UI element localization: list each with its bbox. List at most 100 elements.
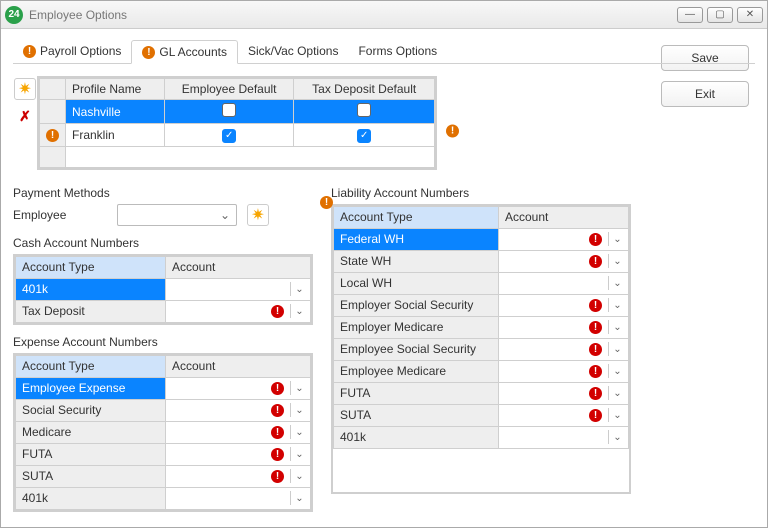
chevron-down-icon[interactable]: ⌄ <box>290 381 304 395</box>
profile-name-cell[interactable]: Franklin <box>66 124 165 147</box>
account-type-cell[interactable]: Local WH <box>334 272 499 294</box>
table-row[interactable]: Nashville <box>40 100 435 124</box>
account-type-cell[interactable]: Medicare <box>16 421 166 443</box>
table-row[interactable]: Local WH ⌄ <box>334 272 629 294</box>
chevron-down-icon[interactable]: ⌄ <box>608 364 622 378</box>
col-account[interactable]: Account <box>499 206 629 228</box>
account-type-cell[interactable]: Employee Medicare <box>334 360 499 382</box>
account-type-cell[interactable]: Employer Medicare <box>334 316 499 338</box>
table-row[interactable]: 401k ⌄ <box>16 278 311 300</box>
table-row[interactable]: SUTA!⌄ <box>16 465 311 487</box>
col-profile-name[interactable]: Profile Name <box>66 79 165 100</box>
account-type-cell[interactable]: State WH <box>334 250 499 272</box>
account-cell[interactable]: ⌄ <box>166 487 311 509</box>
maximize-button[interactable]: ▢ <box>707 7 733 23</box>
account-cell[interactable]: !⌄ <box>166 465 311 487</box>
account-type-cell[interactable]: 401k <box>16 487 166 509</box>
table-row[interactable]: 401k ⌄ <box>16 487 311 509</box>
col-tax-default[interactable]: Tax Deposit Default <box>294 79 435 100</box>
account-type-cell[interactable]: 401k <box>334 426 499 448</box>
tab-payroll-options[interactable]: ! Payroll Options <box>13 39 131 63</box>
chevron-down-icon[interactable]: ⌄ <box>608 430 622 444</box>
profile-name-cell[interactable]: Nashville <box>66 100 165 124</box>
chevron-down-icon[interactable]: ⌄ <box>608 254 622 268</box>
account-type-cell[interactable]: Employee Social Security <box>334 338 499 360</box>
tab-sickvac-options[interactable]: Sick/Vac Options <box>238 39 348 63</box>
account-cell[interactable]: !⌄ <box>166 443 311 465</box>
account-cell[interactable]: ⌄ <box>166 278 311 300</box>
account-type-cell[interactable]: FUTA <box>16 443 166 465</box>
account-type-cell[interactable]: 401k <box>16 278 166 300</box>
employee-default-cell[interactable] <box>164 100 293 124</box>
chevron-down-icon[interactable]: ⌄ <box>290 425 304 439</box>
chevron-down-icon[interactable]: ⌄ <box>290 469 304 483</box>
table-row[interactable]: Employee Medicare!⌄ <box>334 360 629 382</box>
delete-profile-button[interactable]: ✗ <box>17 108 33 124</box>
chevron-down-icon[interactable]: ⌄ <box>608 320 622 334</box>
table-row[interactable]: SUTA!⌄ <box>334 404 629 426</box>
tax-default-cell[interactable]: ✓ <box>294 124 435 147</box>
account-type-cell[interactable]: SUTA <box>16 465 166 487</box>
col-account-type[interactable]: Account Type <box>16 256 166 278</box>
tab-gl-accounts[interactable]: ! GL Accounts <box>131 40 238 64</box>
account-cell[interactable]: !⌄ <box>499 338 629 360</box>
account-type-cell[interactable]: Employer Social Security <box>334 294 499 316</box>
table-row[interactable]: Tax Deposit!⌄ <box>16 300 311 322</box>
tab-forms-options[interactable]: Forms Options <box>348 39 447 63</box>
chevron-down-icon[interactable]: ⌄ <box>608 232 622 246</box>
checkbox[interactable] <box>222 103 236 117</box>
account-type-cell[interactable]: FUTA <box>334 382 499 404</box>
checkbox[interactable]: ✓ <box>357 129 371 143</box>
chevron-down-icon[interactable]: ⌄ <box>290 403 304 417</box>
account-type-cell[interactable]: Federal WH <box>334 228 499 250</box>
account-type-cell[interactable]: Social Security <box>16 399 166 421</box>
col-account[interactable]: Account <box>166 256 311 278</box>
col-employee-default[interactable]: Employee Default <box>164 79 293 100</box>
add-profile-button[interactable]: ✷ <box>14 78 36 100</box>
table-row[interactable]: FUTA!⌄ <box>16 443 311 465</box>
account-cell[interactable]: !⌄ <box>166 300 311 322</box>
add-employee-payment-button[interactable]: ✷ <box>247 204 269 226</box>
table-row[interactable]: Employer Medicare!⌄ <box>334 316 629 338</box>
table-row[interactable]: Employer Social Security!⌄ <box>334 294 629 316</box>
minimize-button[interactable]: — <box>677 7 703 23</box>
chevron-down-icon[interactable]: ⌄ <box>290 447 304 461</box>
tax-default-cell[interactable] <box>294 100 435 124</box>
close-button[interactable]: ✕ <box>737 7 763 23</box>
chevron-down-icon[interactable]: ⌄ <box>608 298 622 312</box>
table-row[interactable]: Federal WH!⌄ <box>334 228 629 250</box>
chevron-down-icon[interactable]: ⌄ <box>608 408 622 422</box>
table-row[interactable]: !Franklin✓✓ <box>40 124 435 147</box>
account-cell[interactable]: !⌄ <box>499 382 629 404</box>
table-row[interactable]: Medicare!⌄ <box>16 421 311 443</box>
col-account-type[interactable]: Account Type <box>334 206 499 228</box>
account-cell[interactable]: !⌄ <box>166 399 311 421</box>
account-type-cell[interactable]: Tax Deposit <box>16 300 166 322</box>
table-row[interactable]: Employee Expense!⌄ <box>16 377 311 399</box>
chevron-down-icon[interactable]: ⌄ <box>290 304 304 318</box>
account-cell[interactable]: !⌄ <box>166 421 311 443</box>
account-cell[interactable]: !⌄ <box>499 404 629 426</box>
chevron-down-icon[interactable]: ⌄ <box>290 491 304 505</box>
account-cell[interactable]: ⌄ <box>499 426 629 448</box>
table-row[interactable]: Employee Social Security!⌄ <box>334 338 629 360</box>
checkbox[interactable]: ✓ <box>222 129 236 143</box>
table-row[interactable]: State WH!⌄ <box>334 250 629 272</box>
chevron-down-icon[interactable]: ⌄ <box>608 276 622 290</box>
employee-default-cell[interactable]: ✓ <box>164 124 293 147</box>
chevron-down-icon[interactable]: ⌄ <box>290 282 304 296</box>
employee-select[interactable] <box>117 204 237 226</box>
account-type-cell[interactable]: SUTA <box>334 404 499 426</box>
table-row[interactable]: 401k ⌄ <box>334 426 629 448</box>
account-cell[interactable]: !⌄ <box>499 360 629 382</box>
account-cell[interactable]: !⌄ <box>499 250 629 272</box>
chevron-down-icon[interactable]: ⌄ <box>608 386 622 400</box>
account-cell[interactable]: !⌄ <box>499 316 629 338</box>
table-row[interactable]: Social Security!⌄ <box>16 399 311 421</box>
account-cell[interactable]: !⌄ <box>499 228 629 250</box>
checkbox[interactable] <box>357 103 371 117</box>
chevron-down-icon[interactable]: ⌄ <box>608 342 622 356</box>
col-account[interactable]: Account <box>166 355 311 377</box>
account-cell[interactable]: !⌄ <box>499 294 629 316</box>
account-cell[interactable]: ⌄ <box>499 272 629 294</box>
